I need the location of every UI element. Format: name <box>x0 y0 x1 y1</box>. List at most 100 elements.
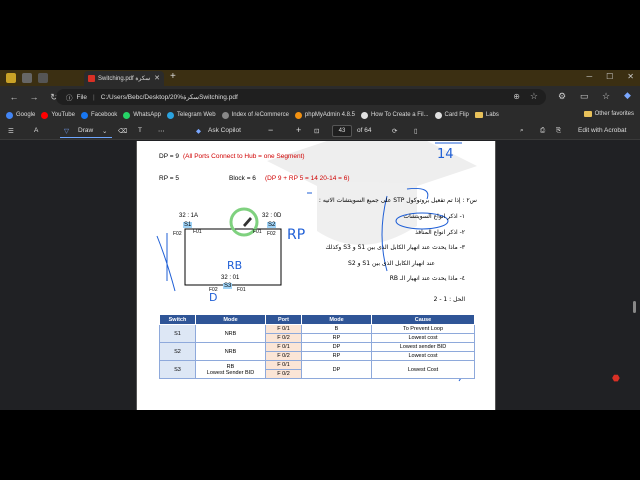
split-screen-icon[interactable]: ▭ <box>580 91 589 102</box>
url-input[interactable]: ⓘ File | C:/Users/Bebc/Desktop/20%سكرةSw… <box>56 89 546 105</box>
info-icon: ⓘ <box>66 95 73 102</box>
cell-mode-bid: Lowest Sender BID <box>206 369 255 376</box>
cell-cause: Lowest cost <box>371 333 475 343</box>
cell-port-mode: RP <box>301 351 372 361</box>
text-icon[interactable]: T <box>138 127 142 134</box>
other-favorites[interactable]: Other favorites <box>583 111 634 117</box>
cell-port: F 0/2 <box>265 351 302 361</box>
print-icon[interactable]: ⎙ <box>540 127 545 135</box>
question-3: ٣- ماذا يحدث عند انهيار الكابل الذى بين … <box>325 244 466 251</box>
draw-button[interactable]: ▽ Draw ⌄ <box>60 124 112 138</box>
s3-port-f01: F01 <box>237 287 246 293</box>
page-view-icon[interactable]: ▯ <box>414 127 418 135</box>
zoom-in-button[interactable]: + <box>296 125 301 135</box>
pdf-icon <box>88 75 95 82</box>
bookmark-card-flip[interactable]: Card Flip <box>434 111 469 119</box>
cell-port: F 0/2 <box>265 369 302 379</box>
s3-switch-label: S3 <box>223 283 233 289</box>
window-close-icon[interactable]: ✕ <box>627 72 634 81</box>
s1-port-f02: F02 <box>173 231 182 237</box>
header-port-mode: Mode <box>301 314 372 325</box>
header-switch: Switch <box>159 314 196 325</box>
ask-copilot-button[interactable]: Ask Copilot <box>208 127 241 134</box>
pdf-page: DP = 9 (All Ports Connect to Hub = one S… <box>136 141 496 410</box>
eraser-icon[interactable]: ⌫ <box>118 127 127 135</box>
w3-icon <box>360 111 368 119</box>
profile-icon[interactable] <box>6 73 16 83</box>
tab-actions-icon[interactable] <box>38 73 48 83</box>
codepen-icon <box>434 111 442 119</box>
tab-switching-pdf[interactable]: Switching.pdf سكرة ✕ <box>84 71 164 86</box>
zoom-out-button[interactable]: − <box>268 125 273 135</box>
question-title: س٢ : إذا تم تفعيل بروتوكول STP على جميع … <box>318 197 477 204</box>
cell-port-mode: RP <box>301 333 372 343</box>
header-cause: Cause <box>371 314 475 325</box>
handwritten-rb: RB <box>227 259 243 272</box>
folder-icon <box>474 112 483 118</box>
favorites-icon[interactable]: ☆ <box>602 91 610 102</box>
google-icon <box>6 111 13 119</box>
close-icon[interactable]: ✕ <box>154 74 160 82</box>
more-tools-icon[interactable]: ⋯ <box>158 127 165 135</box>
search-icon[interactable]: ⌕ <box>520 127 524 135</box>
minimize-icon[interactable]: ─ <box>586 72 592 81</box>
s2-bid-label: 32 : 0D <box>262 213 282 219</box>
bookmark-labs[interactable]: Labs <box>474 112 499 118</box>
copilot-icon[interactable]: ◆ <box>624 90 631 101</box>
table-row: S2 NRB F 0/1 DP Lowest sender BID <box>159 342 475 361</box>
cell-switch: S3 <box>159 360 196 379</box>
page-number-input[interactable]: 43 <box>332 125 352 137</box>
cell-mode: NRB <box>195 324 266 343</box>
pdf-viewer[interactable]: DP = 9 (All Ports Connect to Hub = one S… <box>0 141 640 410</box>
bookmark-telegram[interactable]: Telegram Web <box>166 111 216 119</box>
fit-page-icon[interactable]: ⊡ <box>314 127 319 135</box>
question-1: ١- اذكر انواع السويتشات <box>403 213 465 220</box>
bookmark-google[interactable]: Google <box>6 111 35 119</box>
save-icon[interactable]: ⎘ <box>556 127 561 135</box>
handwritten-rp: RP <box>287 227 306 243</box>
bookmark-facebook[interactable]: Facebook <box>80 111 117 119</box>
address-bar: ← → ↻ ⓘ File | C:/Users/Bebc/Desktop/20%… <box>0 86 640 108</box>
extensions-icon[interactable]: ⚙ <box>558 91 566 102</box>
edit-acrobat-button[interactable]: Edit with Acrobat <box>578 127 626 134</box>
table-row: S1 NRB F 0/1 B To Prevent Loop <box>159 324 475 343</box>
ask-copilot-icon: ◆ <box>196 128 201 135</box>
folder-icon <box>583 111 592 117</box>
telegram-icon <box>166 111 174 119</box>
tab-title: Switching.pdf سكرة <box>98 76 151 82</box>
s2-switch-label: S2 <box>267 222 277 228</box>
cell-port: F 0/1 <box>265 324 302 334</box>
scrollbar-thumb[interactable] <box>633 301 636 313</box>
cell-mode: NRB <box>195 342 266 361</box>
page-total: of 64 <box>357 127 372 134</box>
bookmark-create-file[interactable]: How To Create a Fil... <box>360 111 429 119</box>
rotate-icon[interactable]: ⟳ <box>392 127 397 135</box>
header-mode: Mode <box>195 314 266 325</box>
bookmark-ecommerce[interactable]: Index of /eCommerce <box>221 111 289 119</box>
back-icon[interactable]: ← <box>8 92 20 102</box>
cell-cause: Lowest sender BID <box>371 342 475 352</box>
contents-icon[interactable]: ☰ <box>8 127 14 135</box>
favorite-star-icon[interactable]: ☆ <box>530 91 538 102</box>
zoom-icon[interactable]: ⊕ <box>513 92 520 101</box>
window-controls: ─ ☐ ✕ <box>586 72 634 81</box>
bookmark-youtube[interactable]: YouTube <box>41 111 75 119</box>
read-aloud-icon[interactable]: A <box>34 127 38 134</box>
s1-bid-label: 32 : 1A <box>179 213 199 219</box>
whatsapp-icon <box>123 111 131 119</box>
cell-switch: S2 <box>159 342 196 361</box>
acrobat-icon[interactable]: ⬣ <box>612 373 620 384</box>
maximize-icon[interactable]: ☐ <box>606 72 613 81</box>
question-3b: عند انهيار الكابل الذى بين S1 و S2 <box>348 260 435 267</box>
table-header-row: Switch Mode Port Mode Cause <box>159 314 475 325</box>
forward-icon[interactable]: → <box>28 92 40 102</box>
cell-mode-s3: RB Lowest Sender BID <box>195 360 266 379</box>
url-scheme: File <box>76 93 87 101</box>
bookmark-whatsapp[interactable]: WhatsApp <box>123 111 161 119</box>
workspaces-icon[interactable] <box>22 73 32 83</box>
url-separator: | <box>92 93 95 101</box>
bookmark-phpmyadmin[interactable]: phpMyAdmin 4.8.5 <box>294 111 355 119</box>
cell-cause: To Prevent Loop <box>371 324 475 334</box>
browser-window: Switching.pdf سكرة ✕ + ─ ☐ ✕ ← → ↻ ⓘ Fil… <box>0 70 640 410</box>
new-tab-button[interactable]: + <box>170 71 176 82</box>
